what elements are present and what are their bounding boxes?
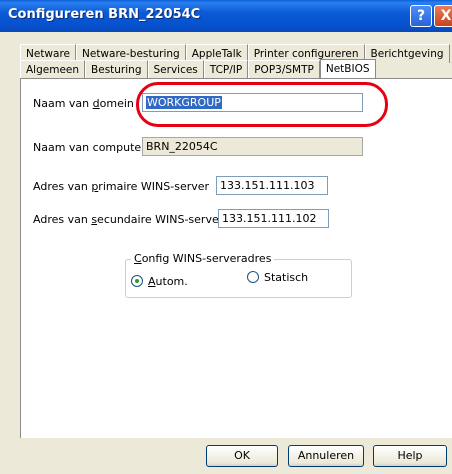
domain-label: Naam van domein [33,97,134,110]
radio-autom-label: Autom. [148,275,188,288]
help-button[interactable]: Help [373,445,447,467]
tab-pop3smtp[interactable]: POP3/SMTP [248,60,320,79]
highlight-circle [136,82,388,127]
wins-config-group-title: Config WINS-serveradres [131,252,275,265]
radio-statisch-label: Statisch [264,271,309,284]
wins-secondary-label: Adres van secundaire WINS-server [33,213,224,226]
help-title-button[interactable]: ? [410,5,432,27]
tab-tcpip[interactable]: TCP/IP [203,60,249,79]
close-icon: X [440,8,452,24]
tab-row-2: Algemeen Besturing Services TCP/IP POP3/… [20,59,376,79]
question-icon: ? [416,8,426,24]
dialog-window: Configureren BRN_22054C ? X Netware Netw… [0,0,452,474]
tab-netbios[interactable]: NetBIOS [319,59,376,78]
ok-button[interactable]: OK [206,445,278,467]
close-title-button[interactable]: X [434,5,452,27]
wins-primary-input[interactable]: 133.151.111.103 [216,176,328,195]
tab-berichtgeving[interactable]: Berichtgeving [364,44,450,63]
radio-autom[interactable] [131,275,143,287]
wins-primary-label: Adres van primaire WINS-server [33,180,210,193]
tab-services[interactable]: Services [147,60,204,79]
window-title: Configureren BRN_22054C [8,7,201,22]
computer-label: Naam van computer [33,141,146,154]
tab-besturing[interactable]: Besturing [85,60,148,79]
title-bar: Configureren BRN_22054C ? X [0,0,452,32]
cancel-button[interactable]: Annuleren [288,445,364,467]
tab-algemeen[interactable]: Algemeen [20,60,86,79]
radio-statisch[interactable] [247,271,259,283]
wins-secondary-input[interactable]: 133.151.111.102 [218,209,329,228]
computer-name-field: BRN_22054C [142,137,363,156]
